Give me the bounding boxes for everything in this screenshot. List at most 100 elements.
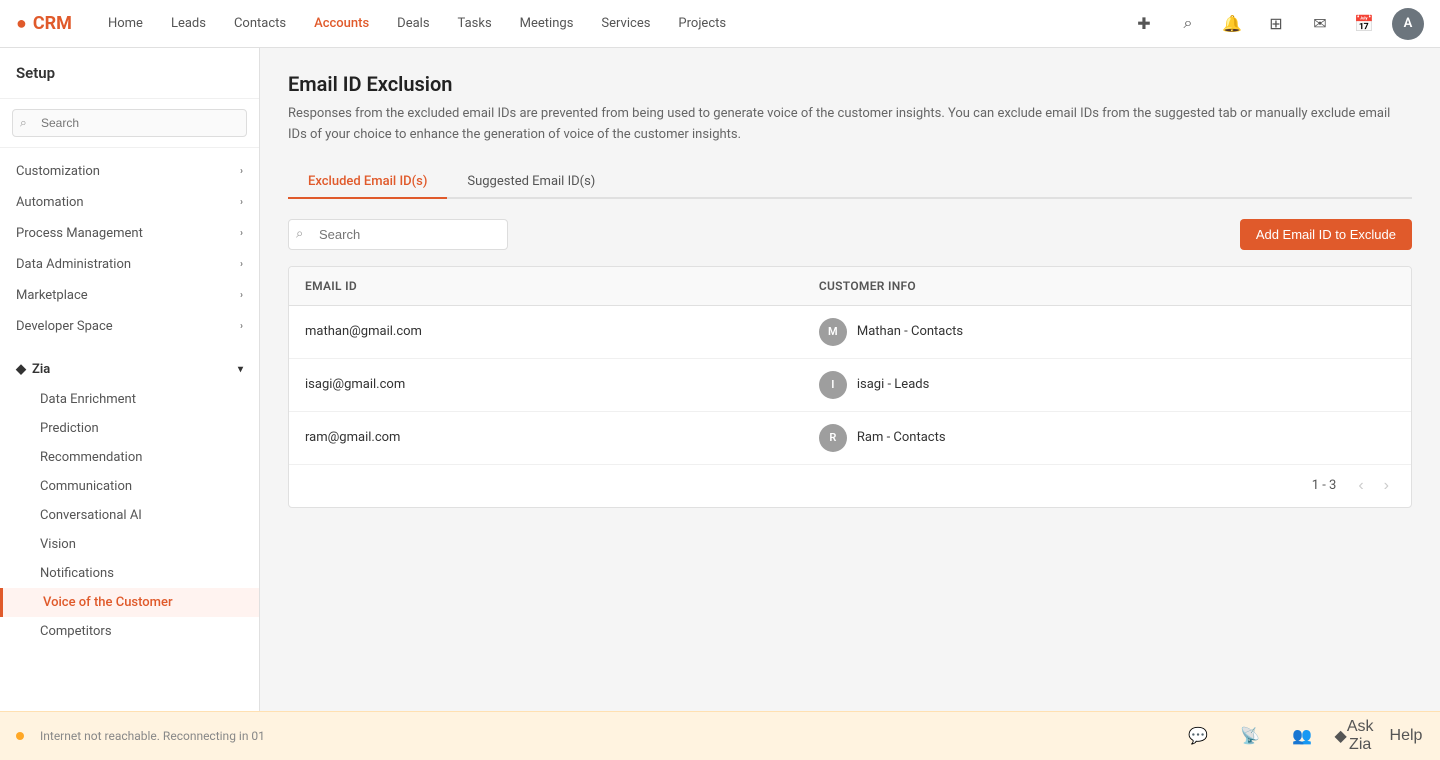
email-cell-1: isagi@gmail.com (289, 358, 803, 411)
sidebar-item-voice-of-the-customer[interactable]: Voice of the Customer (0, 588, 259, 617)
sidebar-item-zia[interactable]: ◆ Zia ▾ (0, 354, 259, 385)
nav-home[interactable]: Home (96, 10, 155, 37)
table-body: mathan@gmail.com M Mathan - Contacts isa… (289, 305, 1411, 464)
sidebar-search-container: ⌕ (0, 99, 259, 148)
table-row: mathan@gmail.com M Mathan - Contacts (289, 305, 1411, 358)
notifications-button[interactable]: 🔔 (1216, 8, 1248, 40)
prev-page-button[interactable]: ‹ (1352, 475, 1369, 497)
sidebar-item-recommendation[interactable]: Recommendation (0, 443, 259, 472)
bottom-bar: Internet not reachable. Reconnecting in … (0, 711, 1440, 760)
sidebar-title: Setup (0, 48, 259, 99)
conversational-ai-label: Conversational AI (40, 508, 142, 523)
nav-services[interactable]: Services (589, 10, 662, 37)
customer-avatar-1: I (819, 371, 847, 399)
sidebar-item-data-enrichment[interactable]: Data Enrichment (0, 385, 259, 414)
bottom-icons: 💬 📡 👥 ◆ Ask Zia Help (1180, 718, 1424, 754)
sidebar-search-icon: ⌕ (20, 116, 27, 131)
nav-projects[interactable]: Projects (666, 10, 738, 37)
search-icon: ⌕ (1184, 15, 1193, 33)
nav-contacts[interactable]: Contacts (222, 10, 298, 37)
prediction-label: Prediction (40, 421, 99, 436)
next-page-button[interactable]: › (1378, 475, 1395, 497)
sidebar-item-process-management[interactable]: Process Management › (0, 218, 259, 249)
layout: Setup ⌕ Customization › Automation › Pro… (0, 48, 1440, 711)
search-bar-icon: ⌕ (296, 227, 303, 242)
table-row: isagi@gmail.com I isagi - Leads (289, 358, 1411, 411)
sidebar: Setup ⌕ Customization › Automation › Pro… (0, 48, 260, 711)
mail-icon: ✉ (1313, 14, 1326, 34)
search-bar-container: ⌕ (288, 219, 508, 250)
col-customer-info: Customer Info (803, 267, 1411, 306)
calendar-button[interactable]: 📅 (1348, 8, 1380, 40)
sidebar-search-input[interactable] (12, 109, 247, 137)
sidebar-item-notifications[interactable]: Notifications (0, 559, 259, 588)
pagination: 1 - 3 ‹ › (289, 464, 1411, 507)
notifications-label: Notifications (40, 566, 114, 581)
nav-accounts[interactable]: Accounts (302, 10, 381, 37)
apps-button[interactable]: ⊞ (1260, 8, 1292, 40)
sidebar-item-data-administration[interactable]: Data Administration › (0, 249, 259, 280)
create-icon: ✚ (1137, 14, 1150, 34)
marketplace-label: Marketplace (16, 288, 88, 303)
page-info: 1 - 3 (1312, 478, 1337, 493)
contacts-bottom-button[interactable]: 👥 (1284, 718, 1320, 754)
competitors-label: Competitors (40, 624, 112, 639)
nav-meetings[interactable]: Meetings (508, 10, 586, 37)
customer-cell-1: I isagi - Leads (803, 358, 1411, 411)
calendar-icon: 📅 (1354, 14, 1374, 34)
chevron-right-icon: › (240, 321, 243, 332)
ask-zia-label: Ask Zia (1347, 718, 1374, 754)
col-email-id: Email ID (289, 267, 803, 306)
main-content: Email ID Exclusion Responses from the ex… (260, 48, 1440, 711)
data-administration-label: Data Administration (16, 257, 131, 272)
channels-button[interactable]: 📡 (1232, 718, 1268, 754)
help-button[interactable]: Help (1388, 718, 1424, 754)
chevron-left-icon: ‹ (1358, 477, 1363, 494)
chats-icon: 💬 (1188, 726, 1208, 746)
search-button[interactable]: ⌕ (1172, 8, 1204, 40)
bell-icon: 🔔 (1222, 14, 1242, 34)
sidebar-item-prediction[interactable]: Prediction (0, 414, 259, 443)
channels-icon: 📡 (1240, 726, 1260, 746)
page-description: Responses from the excluded email IDs ar… (288, 104, 1412, 146)
chevron-right-icon: › (240, 166, 243, 177)
sidebar-item-developer-space[interactable]: Developer Space › (0, 311, 259, 342)
email-table: Email ID Customer Info mathan@gmail.com … (289, 267, 1411, 464)
zia-label: Zia (32, 362, 50, 377)
table-header: Email ID Customer Info (289, 267, 1411, 306)
vision-label: Vision (40, 537, 76, 552)
chevron-right-icon: › (240, 197, 243, 208)
mail-button[interactable]: ✉ (1304, 8, 1336, 40)
sidebar-section-main: Customization › Automation › Process Man… (0, 148, 259, 350)
nav-right-icons: ✚ ⌕ 🔔 ⊞ ✉ 📅 A (1128, 8, 1424, 40)
chats-button[interactable]: 💬 (1180, 718, 1216, 754)
email-search-input[interactable] (288, 219, 508, 250)
add-email-id-button[interactable]: Add Email ID to Exclude (1240, 219, 1412, 250)
communication-label: Communication (40, 479, 132, 494)
tab-excluded-email-ids[interactable]: Excluded Email ID(s) (288, 166, 447, 199)
sidebar-item-communication[interactable]: Communication (0, 472, 259, 501)
sidebar-zia-section: ◆ Zia ▾ Data Enrichment Prediction Recom… (0, 350, 259, 650)
nav-tasks[interactable]: Tasks (446, 10, 504, 37)
top-nav: ● CRM Home Leads Contacts Accounts Deals… (0, 0, 1440, 48)
customer-avatar-2: R (819, 424, 847, 452)
ask-zia-button[interactable]: ◆ Ask Zia (1336, 718, 1372, 754)
automation-label: Automation (16, 195, 84, 210)
main-nav: Home Leads Contacts Accounts Deals Tasks… (96, 10, 738, 37)
email-cell-0: mathan@gmail.com (289, 305, 803, 358)
tab-suggested-email-ids[interactable]: Suggested Email ID(s) (447, 166, 615, 199)
nav-deals[interactable]: Deals (385, 10, 441, 37)
user-avatar[interactable]: A (1392, 8, 1424, 40)
sidebar-item-automation[interactable]: Automation › (0, 187, 259, 218)
sidebar-item-customization[interactable]: Customization › (0, 156, 259, 187)
sidebar-item-competitors[interactable]: Competitors (0, 617, 259, 646)
create-button[interactable]: ✚ (1128, 8, 1160, 40)
sidebar-item-marketplace[interactable]: Marketplace › (0, 280, 259, 311)
sidebar-item-conversational-ai[interactable]: Conversational AI (0, 501, 259, 530)
nav-leads[interactable]: Leads (159, 10, 218, 37)
app-logo: ● CRM (16, 13, 72, 34)
table-row: ram@gmail.com R Ram - Contacts (289, 411, 1411, 464)
process-management-label: Process Management (16, 226, 143, 241)
sidebar-item-vision[interactable]: Vision (0, 530, 259, 559)
customer-cell-inner-1: I isagi - Leads (819, 371, 1395, 399)
